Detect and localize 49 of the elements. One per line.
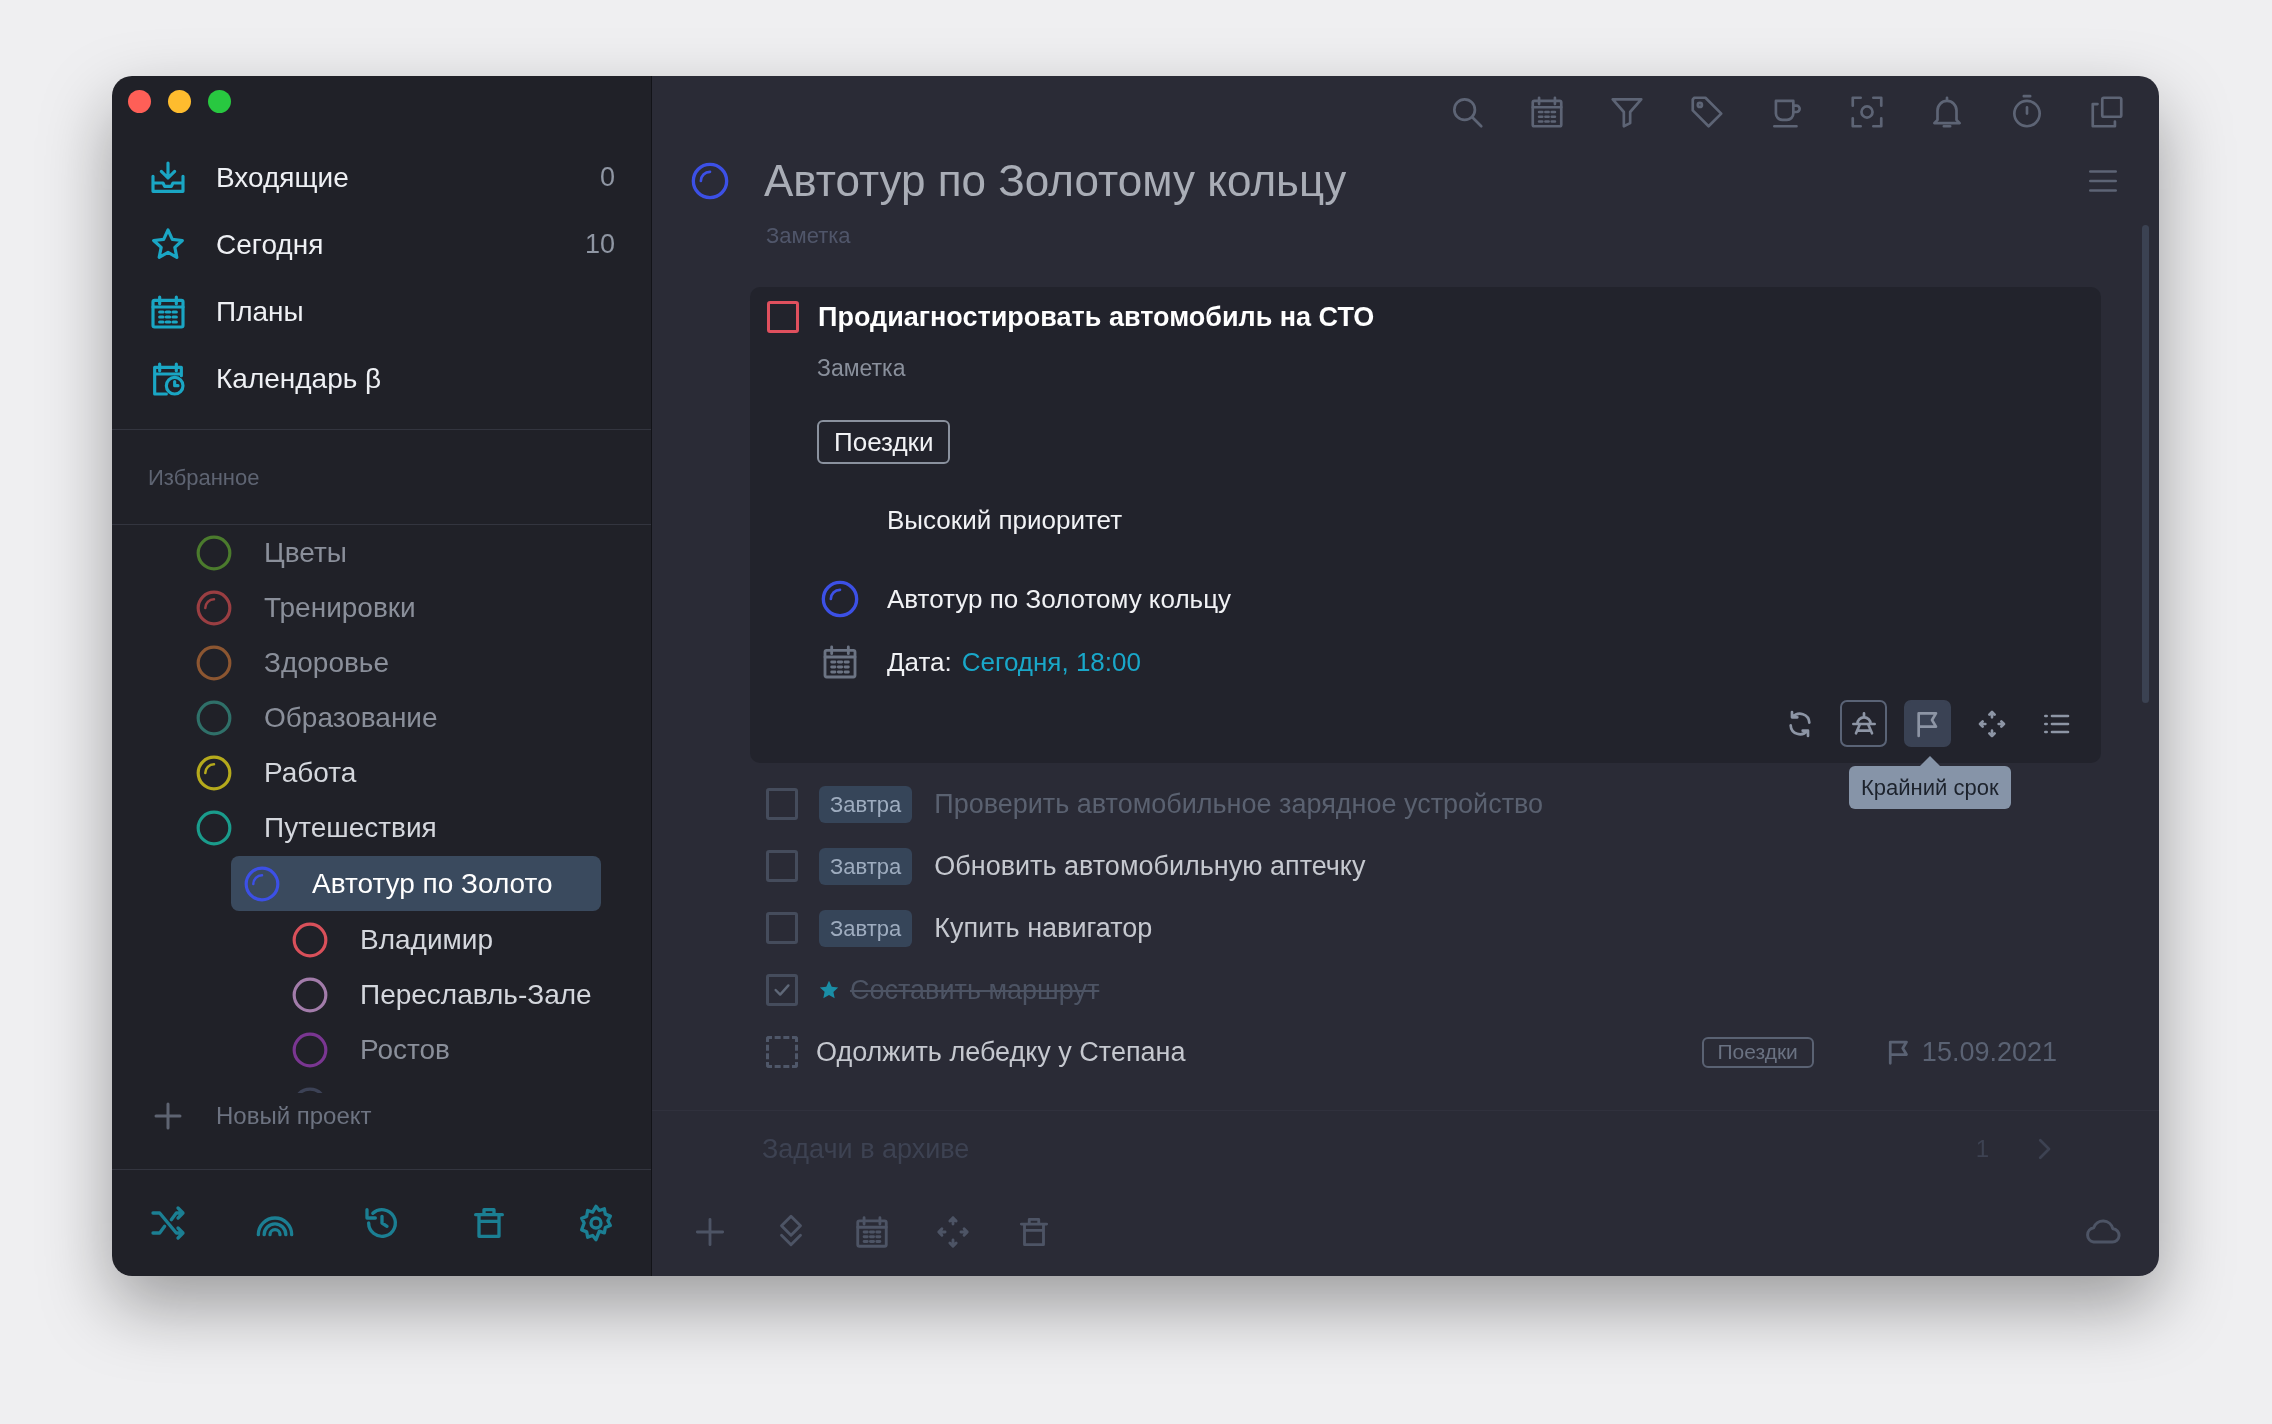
task-project[interactable]: Автотур по Золотому кольцу bbox=[887, 579, 1232, 619]
task-checkbox[interactable] bbox=[766, 788, 798, 820]
nav-item[interactable]: Планы bbox=[112, 278, 651, 345]
task-note: Заметка bbox=[817, 353, 906, 383]
zoom-window-button[interactable] bbox=[208, 90, 231, 113]
date-label: Дата: bbox=[887, 645, 952, 679]
task-title[interactable]: Купить навигатор bbox=[934, 907, 1153, 949]
project-item[interactable]: Автотур по Золото bbox=[231, 856, 601, 911]
task-checkbox[interactable] bbox=[766, 1036, 798, 1068]
project-item[interactable]: Владимир bbox=[279, 912, 651, 967]
project-item[interactable]: Переславль-Зале bbox=[279, 967, 651, 1022]
project-item[interactable]: Образование bbox=[183, 690, 651, 745]
copy-icon[interactable] bbox=[2088, 93, 2126, 131]
section-title: Избранное bbox=[148, 463, 260, 492]
task-checkbox[interactable] bbox=[766, 850, 798, 882]
date-badge: Завтра bbox=[819, 847, 913, 885]
task-checkbox[interactable] bbox=[767, 301, 799, 333]
priority-label: Высокий приоритет bbox=[887, 503, 1123, 537]
nav-item[interactable]: Входящие 0 bbox=[112, 144, 651, 211]
project-item[interactable]: Тренировки bbox=[183, 580, 651, 635]
close-window-button[interactable] bbox=[128, 90, 151, 113]
flag-button[interactable] bbox=[1904, 700, 1951, 747]
task-title[interactable]: Одолжить лебедку у Степана bbox=[816, 1031, 1186, 1073]
project-item[interactable]: Цветы bbox=[183, 525, 651, 580]
item-count: 10 bbox=[584, 228, 615, 262]
project-title: Автотур по Золотому кольцу bbox=[764, 155, 1348, 207]
project-item[interactable]: Путешествия bbox=[183, 800, 651, 855]
tag-icon[interactable] bbox=[1688, 93, 1726, 131]
date-badge: Завтра bbox=[819, 785, 913, 823]
scrollbar[interactable] bbox=[2142, 225, 2149, 703]
reminder-button[interactable] bbox=[1840, 700, 1887, 747]
date-badge: Завтра bbox=[819, 909, 913, 947]
task-title[interactable]: Обновить автомобильную аптечку bbox=[934, 845, 1366, 887]
task-checkbox[interactable] bbox=[766, 974, 798, 1006]
project-item[interactable]: Здоровье bbox=[183, 635, 651, 690]
minimize-window-button[interactable] bbox=[168, 90, 191, 113]
deadline-date: 15.09.2021 bbox=[1921, 1035, 2057, 1069]
project-item[interactable]: Ростов bbox=[279, 1022, 651, 1077]
nav-item[interactable]: Сегодня 10 bbox=[112, 211, 651, 278]
date-value[interactable]: Сегодня, 18:00 bbox=[961, 642, 1141, 682]
project-item[interactable]: Работа bbox=[183, 745, 651, 800]
tooltip: Крайний срок bbox=[1849, 756, 2011, 809]
shuffle-icon[interactable] bbox=[148, 1203, 188, 1243]
tag-chip[interactable]: Поездки bbox=[817, 420, 951, 464]
focus-icon[interactable] bbox=[1848, 93, 1886, 131]
task-checkbox[interactable] bbox=[766, 912, 798, 944]
task-title: Продиагностировать автомобиль на СТО bbox=[818, 300, 1375, 334]
item-count: 0 bbox=[599, 161, 615, 195]
nav-item[interactable]: Календарь β bbox=[112, 345, 651, 412]
